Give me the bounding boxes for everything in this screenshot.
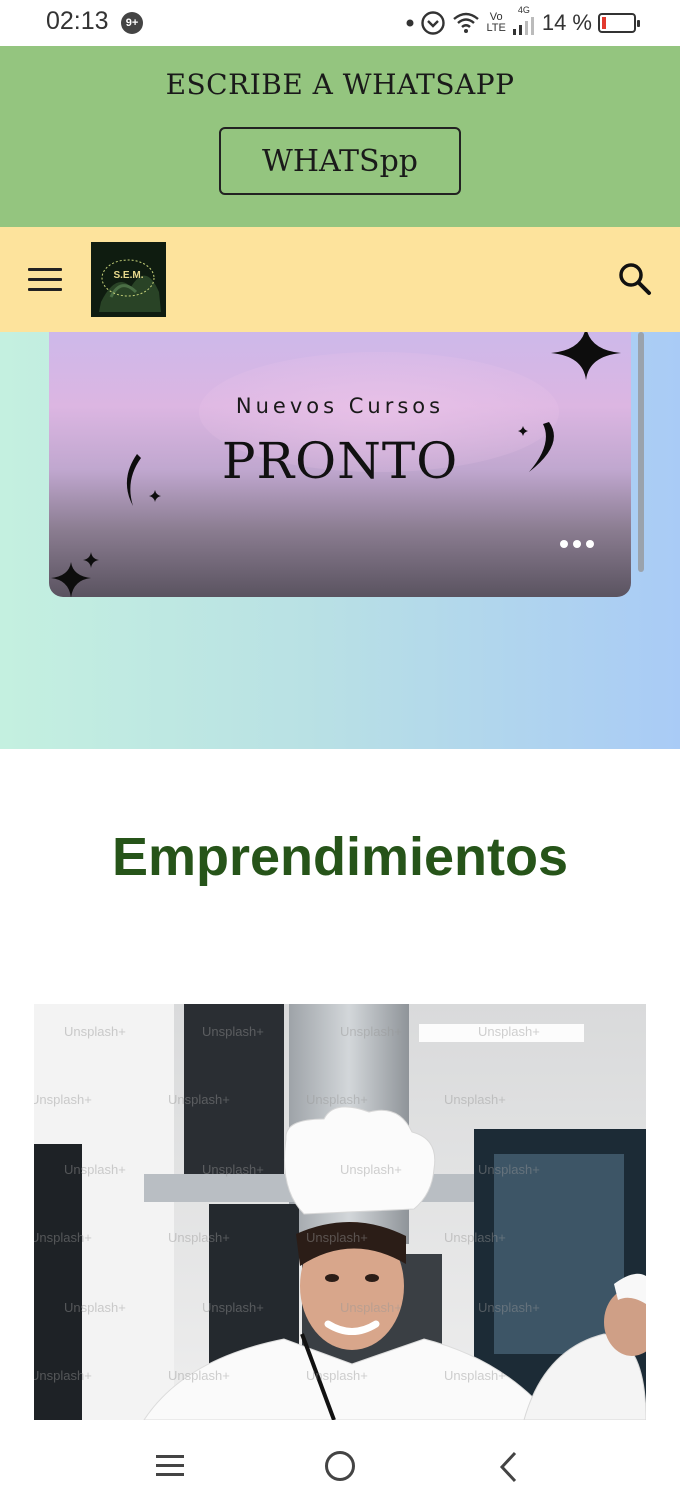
- promo-subtitle: Nuevos Cursos: [235, 394, 445, 418]
- volte-bottom: LTE: [486, 22, 506, 34]
- sparkle-icon: [51, 552, 99, 597]
- more-horizontal-icon[interactable]: [560, 540, 594, 548]
- scrollbar[interactable]: [638, 332, 644, 572]
- chef-illustration: [34, 1004, 646, 1420]
- hamburger-menu-icon[interactable]: [28, 268, 62, 292]
- sparkle-icon: [551, 332, 621, 380]
- system-navigation-bar: [0, 1420, 680, 1511]
- status-bar: 02:13 9+ Vo LTE 4G 14 %: [0, 0, 680, 46]
- whatsapp-banner-title: ESCRIBE A WHATSAPP: [165, 68, 515, 101]
- signal-icon: 4G: [512, 5, 536, 37]
- data-saver-icon: [421, 11, 446, 35]
- battery-level: [602, 17, 606, 29]
- notification-badge: 9+: [121, 12, 143, 34]
- status-time: 02:13: [46, 7, 109, 35]
- logo-text: S.E.M.: [113, 270, 144, 281]
- chef-photo: Unsplash+ Unsplash+ Unsplash+ Unsplash+ Unsp…: [34, 1004, 646, 1420]
- battery-icon: [598, 13, 640, 33]
- network-type: 4G: [517, 5, 530, 15]
- whatsapp-button[interactable]: WHATSpp: [219, 127, 461, 195]
- status-indicators: Vo LTE 4G 14 %: [406, 5, 640, 40]
- site-logo[interactable]: S.E.M.: [91, 242, 166, 317]
- back-icon[interactable]: [498, 1451, 520, 1483]
- battery-percent: 14 %: [541, 10, 592, 35]
- search-icon[interactable]: [618, 262, 652, 296]
- home-icon[interactable]: [324, 1450, 356, 1482]
- moon-icon: [518, 422, 554, 472]
- section-title: Emprendimientos: [111, 827, 569, 887]
- recents-icon[interactable]: [155, 1453, 185, 1479]
- volte-indicator: Vo LTE: [486, 12, 505, 34]
- promo-card[interactable]: Nuevos Cursos PRONTO: [49, 332, 631, 597]
- moon-icon: [126, 454, 161, 506]
- dot-icon: [406, 19, 414, 27]
- wifi-icon: [453, 12, 480, 33]
